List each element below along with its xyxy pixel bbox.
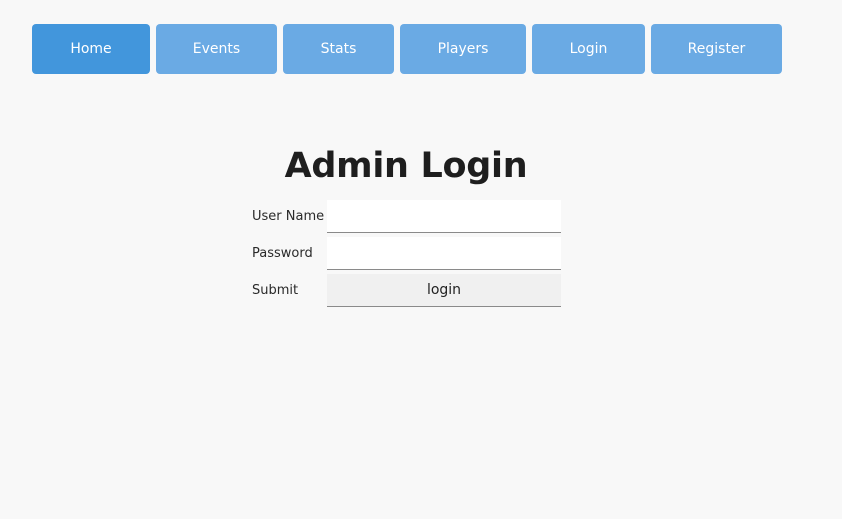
nav-events-button[interactable]: Events bbox=[156, 24, 277, 74]
admin-login-form: User Name Password Submit login bbox=[252, 200, 562, 311]
submit-row: Submit login bbox=[252, 274, 562, 307]
nav-players-button[interactable]: Players bbox=[400, 24, 526, 74]
password-label: Password bbox=[252, 246, 313, 261]
login-button[interactable]: login bbox=[327, 274, 561, 307]
page-title: Admin Login bbox=[284, 146, 528, 186]
nav-login-button[interactable]: Login bbox=[532, 24, 645, 74]
username-row: User Name bbox=[252, 200, 562, 233]
nav-home-button[interactable]: Home bbox=[32, 24, 150, 74]
password-row: Password bbox=[252, 237, 562, 270]
nav-stats-button[interactable]: Stats bbox=[283, 24, 394, 74]
submit-label: Submit bbox=[252, 283, 299, 298]
main-nav: Home Events Stats Players Login Register bbox=[32, 24, 782, 74]
nav-register-button[interactable]: Register bbox=[651, 24, 782, 74]
password-input[interactable] bbox=[327, 237, 561, 270]
username-input[interactable] bbox=[327, 200, 561, 233]
username-label: User Name bbox=[252, 209, 325, 224]
